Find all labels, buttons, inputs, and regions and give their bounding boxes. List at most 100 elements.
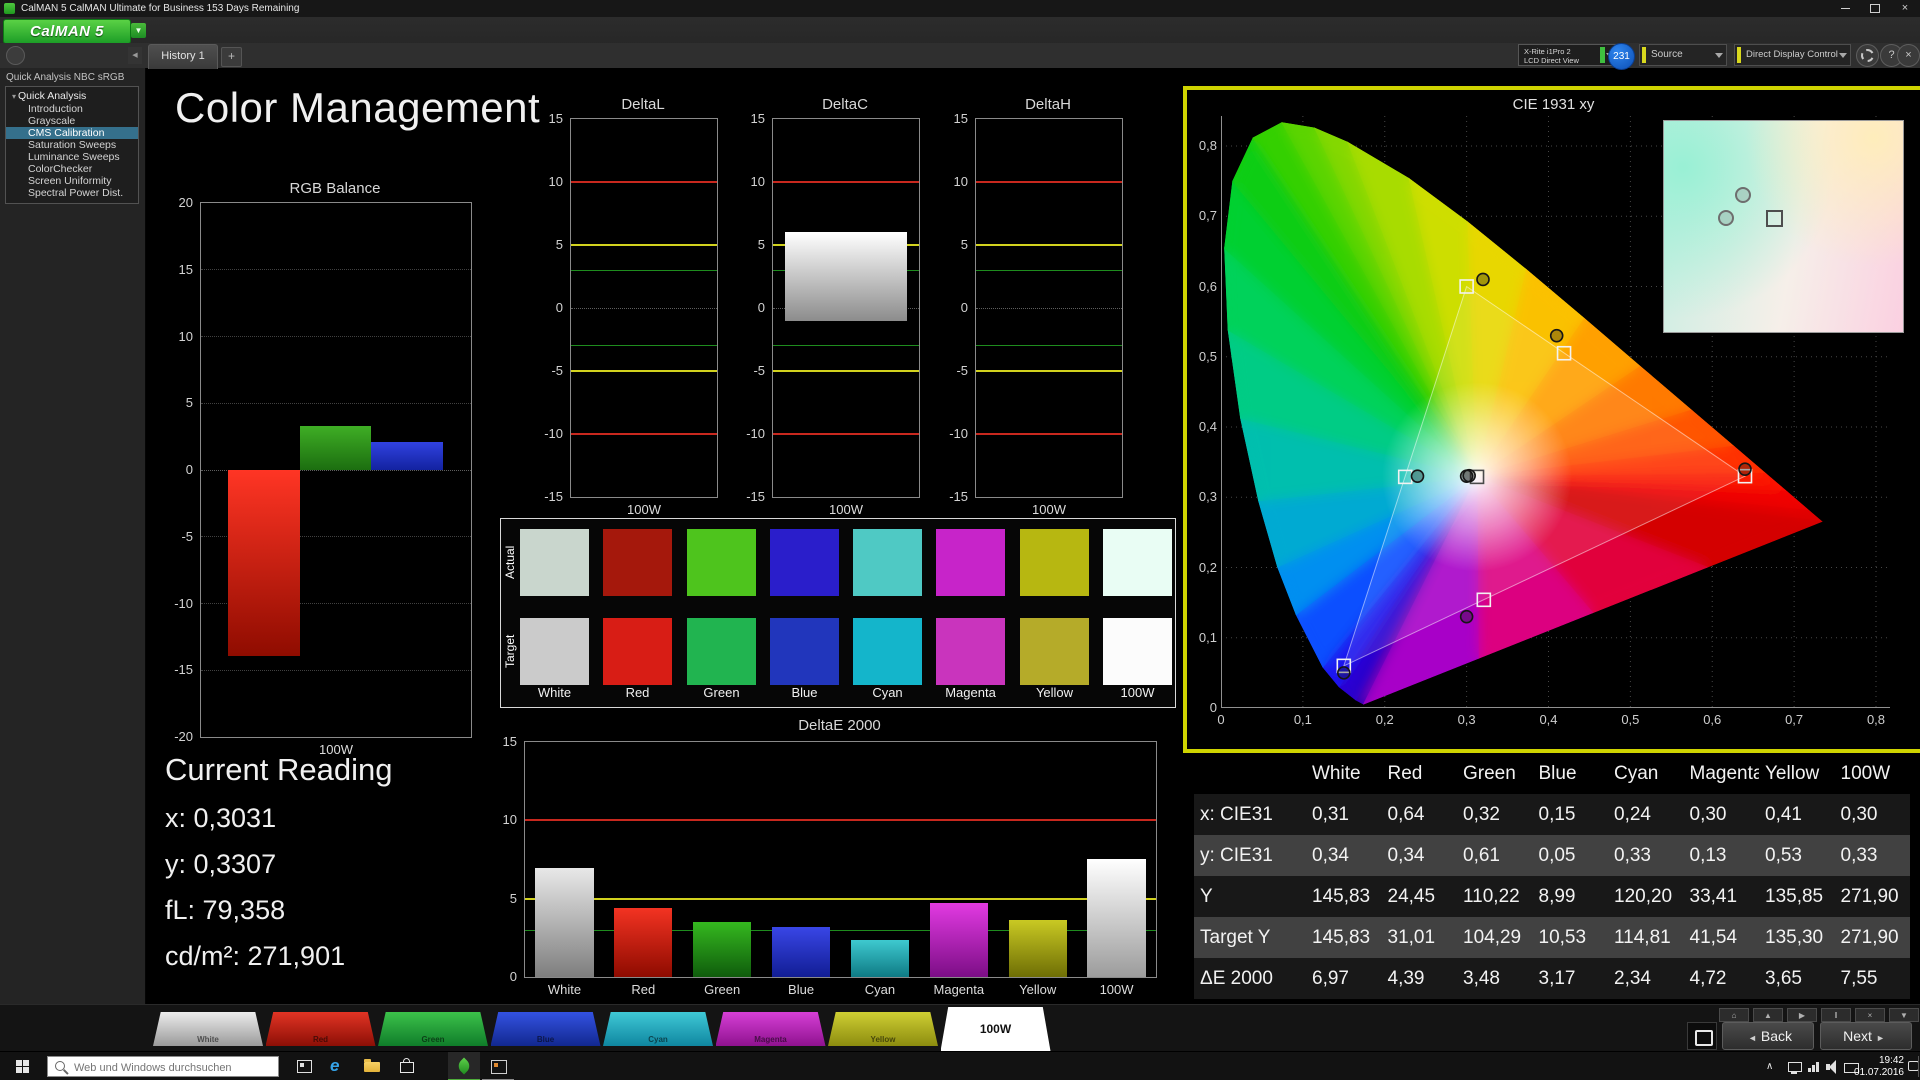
color-select-100w[interactable]: 100W: [940, 1007, 1051, 1051]
color-select-yellow[interactable]: Yellow: [828, 1012, 938, 1046]
display-control-dropdown[interactable]: Direct Display Control: [1734, 44, 1851, 66]
table-cell: 2,34: [1614, 968, 1651, 989]
app-window-icon: [491, 1060, 507, 1074]
close-button[interactable]: ×: [1890, 0, 1920, 17]
cie-x-tick-label: 0,2: [1375, 712, 1394, 727]
sidebar-collapse-button[interactable]: ◀: [128, 47, 142, 64]
y-tick-label: 5: [757, 237, 765, 252]
measurement-results-table: White Red Green Blue Cyan Magenta Yellow 100W x:…: [1194, 753, 1910, 999]
workspace-close-button[interactable]: ×: [1897, 44, 1920, 67]
actual-row-label: Actual: [503, 545, 517, 580]
cie-y-tick-label: 0,8: [1198, 138, 1217, 153]
tray-display-button[interactable]: [1788, 1052, 1804, 1080]
meter-selector[interactable]: X-Rite i1Pro 2 LCD Direct View: [1518, 44, 1618, 66]
target-swatch-magenta: [936, 618, 1005, 685]
table-cell: 0,05: [1538, 845, 1576, 866]
sidebar-item-cms-calibration[interactable]: CMS Calibration: [6, 127, 138, 139]
luminance-badge[interactable]: 231: [1608, 43, 1635, 70]
mini-control-button-1[interactable]: ▲: [1753, 1008, 1783, 1022]
minimize-button[interactable]: [1830, 0, 1860, 17]
pattern-display-button[interactable]: [1687, 1022, 1717, 1050]
y-tick-label: -10: [174, 595, 193, 611]
target-swatch-yellow: [1020, 618, 1089, 685]
sidebar-root-quick-analysis[interactable]: ▾ Quick Analysis: [6, 90, 138, 103]
table-cell: 4,72: [1689, 968, 1727, 989]
display-status-stripe: [1737, 47, 1741, 63]
mini-control-button-3[interactable]: ‖: [1821, 1008, 1851, 1022]
deltae-chart: 0 5 10 15 White Red Green Blue Cyan Magenta Yellow…: [503, 734, 1157, 997]
reference-line: [571, 370, 717, 372]
logo-menu-arrow-icon[interactable]: ▼: [131, 23, 146, 38]
add-tab-button[interactable]: +: [221, 47, 242, 67]
cie-x-tick-label: 0,7: [1785, 712, 1804, 727]
y-tick-label: 0: [555, 300, 563, 315]
sidebar-item-introduction[interactable]: Introduction: [6, 103, 138, 115]
mini-control-button-5[interactable]: ▼: [1889, 1008, 1919, 1022]
app-taskbar-button[interactable]: [482, 1052, 514, 1080]
source-dropdown[interactable]: Source: [1639, 44, 1727, 66]
maximize-button[interactable]: [1860, 0, 1890, 17]
y-tick-label: 15: [953, 111, 968, 126]
x-tick-label: 100W: [829, 502, 863, 517]
taskbar-search[interactable]: [47, 1056, 279, 1077]
reference-line: [571, 345, 717, 347]
tray-network-button[interactable]: [1808, 1052, 1822, 1080]
bar: [371, 441, 443, 470]
color-select-green[interactable]: Green: [378, 1012, 488, 1046]
sidebar-item-screen-uniformity[interactable]: Screen Uniformity: [6, 175, 138, 187]
table-cell: 0,13: [1689, 845, 1727, 866]
strip-button-label: Blue: [536, 1035, 555, 1044]
sidebar-item-grayscale[interactable]: Grayscale: [6, 115, 138, 127]
edge-browser-button[interactable]: e: [322, 1052, 354, 1080]
reference-line: [976, 244, 1122, 246]
table-cell: 3,48: [1463, 968, 1500, 989]
sidebar-item-spectral-power-dist-[interactable]: Spectral Power Dist.: [6, 187, 138, 199]
current-reading-title: Current Reading: [165, 752, 393, 787]
tray-expand-button[interactable]: ∧: [1766, 1052, 1773, 1080]
table-cell: 0,34: [1387, 845, 1425, 866]
settings-button[interactable]: [1856, 44, 1879, 67]
next-button[interactable]: Next ►: [1820, 1022, 1912, 1050]
color-select-white[interactable]: White: [153, 1012, 263, 1046]
nav-circle-button[interactable]: [6, 46, 25, 65]
show-desktop-button[interactable]: [1918, 1056, 1919, 1077]
calman-taskbar-button[interactable]: [448, 1052, 480, 1080]
tab-history-1[interactable]: History 1: [148, 44, 218, 69]
table-cell: 33,41: [1689, 886, 1738, 907]
cie-x-tick-label: 0,4: [1539, 712, 1558, 727]
clock-date: 01.07.2016: [1853, 1067, 1904, 1078]
taskbar-clock[interactable]: 19:42 01.07.2016: [1850, 1055, 1904, 1079]
measured-marker-blue: [1337, 666, 1351, 680]
search-input[interactable]: [72, 1058, 276, 1077]
color-select-blue[interactable]: Blue: [490, 1012, 601, 1046]
next-arrow-icon: ►: [1875, 1033, 1885, 1043]
measured-marker-red: [1738, 462, 1752, 476]
mini-control-button-0[interactable]: ⌂: [1719, 1008, 1749, 1022]
calman-logo: CalMAN 5: [3, 19, 131, 44]
sidebar-item-colorchecker[interactable]: ColorChecker: [6, 163, 138, 175]
mini-control-button-4[interactable]: ×: [1855, 1008, 1885, 1022]
file-explorer-button[interactable]: [356, 1052, 388, 1080]
sidebar-item-saturation-sweeps[interactable]: Saturation Sweeps: [6, 139, 138, 151]
back-button[interactable]: ◄ Back: [1722, 1022, 1814, 1050]
reference-line: [571, 269, 717, 271]
color-select-magenta[interactable]: Magenta: [715, 1012, 826, 1046]
clock-time: 19:42: [1878, 1055, 1904, 1066]
task-view-button[interactable]: [288, 1052, 320, 1080]
color-select-red[interactable]: Red: [265, 1012, 376, 1046]
workflow-tree: ▾ Quick Analysis Introduction Grayscale CMS…: [5, 86, 139, 204]
actual-swatch-yellow: [1020, 529, 1089, 596]
tab-bar: ◀ History 1 + X-Rite i1Pro 2 LCD Direct …: [0, 43, 1920, 70]
store-button[interactable]: [390, 1052, 422, 1080]
x-tick-label: 100W: [1099, 982, 1134, 997]
sidebar-item-luminance-sweeps[interactable]: Luminance Sweeps: [6, 151, 138, 163]
mini-control-button-2[interactable]: ▶: [1787, 1008, 1817, 1022]
target-swatch-white: [520, 618, 589, 685]
reference-line: [773, 345, 919, 347]
color-select-cyan[interactable]: Cyan: [603, 1012, 713, 1046]
app-chrome: CalMAN 5 ▼ ◀ History 1 + X-Rite i1Pro 2 …: [0, 17, 1920, 70]
cie-y-tick-label: 0,2: [1198, 559, 1217, 575]
grid-line: [201, 402, 471, 404]
tray-volume-button[interactable]: [1826, 1052, 1840, 1080]
start-button[interactable]: [0, 1052, 46, 1080]
